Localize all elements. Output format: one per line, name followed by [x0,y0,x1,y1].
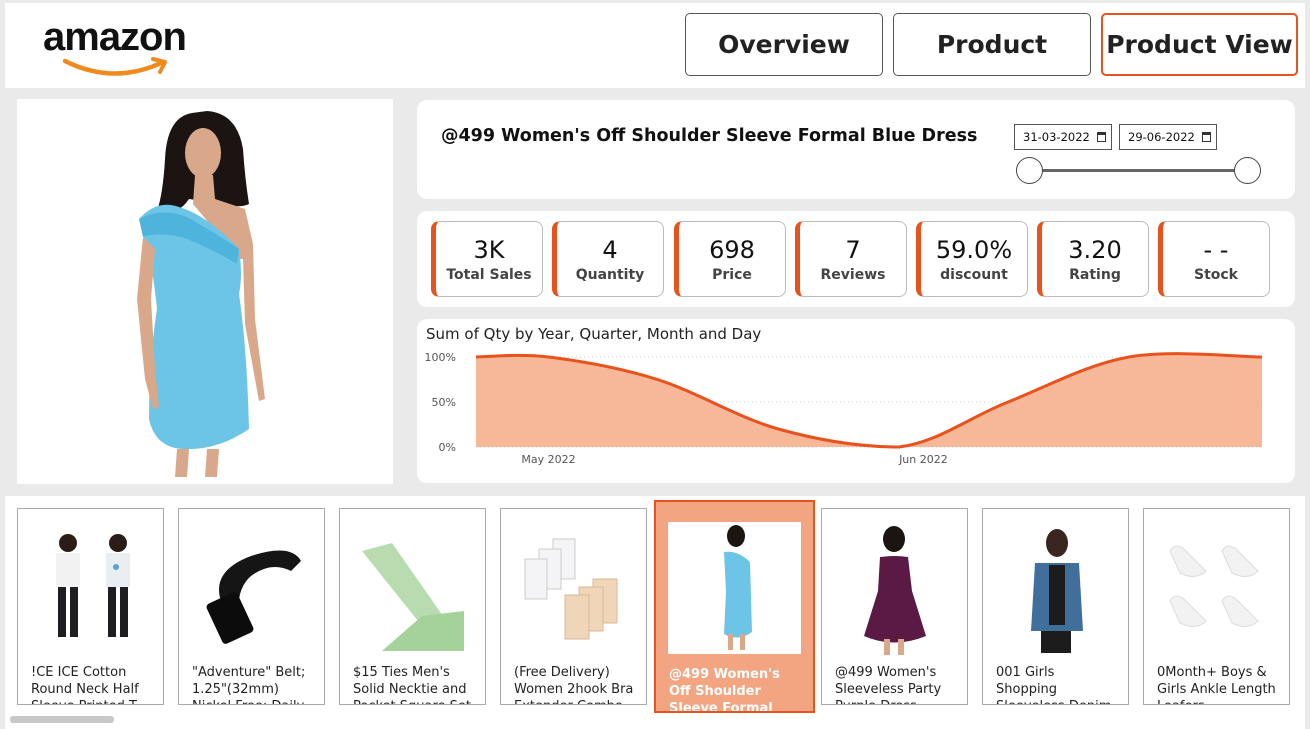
y-tick-label: 50% [432,396,456,409]
logo-text: amazon [43,15,187,59]
kpi-value: 3.20 [1068,236,1122,264]
kpi-label: Reviews [820,267,886,283]
product-card-name: 001 Girls Shopping Sleeveless Denim [996,665,1111,704]
purple-dress-photo [864,526,926,655]
start-date-input[interactable]: 31-03-2022 [1014,124,1112,150]
end-date-value: 29-06-2022 [1128,130,1195,144]
kpi-label: Price [712,267,752,283]
kpi-value: 4 [602,236,618,264]
product-card-name: 0Month+ Boys & Girls Ankle Length Loafer… [1157,665,1276,704]
qty-area-chart: 100% 50% 0% May 2022 Jun 2022 [425,351,1263,466]
x-tick-label: Jun 2022 [898,453,948,466]
kpi-card-discount: 59.0% discount [916,221,1028,297]
product-card-name: !CE ICE Cotton Round Neck Half Sleeve Pr… [31,665,139,704]
product-card-name: (Free Delivery) Women 2hook Bra Extender… [514,665,634,704]
amazon-logo: amazon [43,15,213,76]
product-card-name: "Adventure" Belt; 1.25"(32mm) Nickel Fre… [192,665,306,704]
top-bar: amazon Overview Product Product View [5,3,1305,88]
kpi-value: 3K [473,236,505,264]
calendar-icon [1201,132,1211,142]
y-tick-label: 100% [425,351,456,364]
kpi-card-total-sales: 3K Total Sales [431,221,543,297]
product-card[interactable]: $15 Ties Men's Solid Necktie and Pocket … [339,508,486,705]
product-card[interactable]: "Adventure" Belt; 1.25"(32mm) Nickel Fre… [178,508,325,705]
product-card[interactable]: @499 Women's Sleeveless Party Purple Dre… [821,508,968,705]
girls-tshirt-photo [56,534,130,637]
kpi-card-quantity: 4 Quantity [552,221,664,297]
date-slider-end-handle[interactable] [1234,157,1261,184]
woman-in-blue-dress-photo [137,111,265,477]
product-image-panel [17,99,393,484]
product-card-name: @499 Women's Off Shoulder Sleeve Formal … [669,667,780,713]
black-belt-photo [206,550,301,644]
product-card[interactable]: !CE ICE Cotton Round Neck Half Sleeve Pr… [17,508,164,705]
kpi-value: - - [1203,236,1229,264]
x-tick-label: May 2022 [521,453,575,466]
nav-overview-button[interactable]: Overview [685,13,883,76]
kpi-card-reviews: 7 Reviews [795,221,907,297]
amazon-smile-icon [63,57,167,76]
product-strip: !CE ICE Cotton Round Neck Half Sleeve Pr… [5,496,1305,729]
kpi-card-price: 698 Price [674,221,786,297]
bra-extender-photo [524,538,618,640]
title-panel: @499 Women's Off Shoulder Sleeve Formal … [417,100,1295,199]
product-card[interactable]: 0Month+ Boys & Girls Ankle Length Loafer… [1143,508,1290,705]
product-card-selected[interactable]: @499 Women's Off Shoulder Sleeve Formal … [654,500,815,713]
product-card[interactable]: (Free Delivery) Women 2hook Bra Extender… [500,508,647,705]
product-card-name: @499 Women's Sleeveless Party Purple Dre… [835,665,942,704]
blue-dress-photo [668,522,801,654]
kpi-value: 698 [709,236,755,264]
product-title: @499 Women's Off Shoulder Sleeve Formal … [441,126,978,146]
kpi-label: discount [940,267,1008,283]
product-card-name: $15 Ties Men's Solid Necktie and Pocket … [353,665,471,704]
kpi-label: Stock [1193,267,1238,283]
y-tick-label: 0% [439,441,456,454]
area-fill [476,353,1262,447]
date-slider-start-handle[interactable] [1016,157,1043,184]
end-date-input[interactable]: 29-06-2022 [1119,124,1217,150]
kpi-card-stock: - - Stock [1158,221,1270,297]
horizontal-scrollbar[interactable] [10,716,114,723]
calendar-icon [1096,132,1106,142]
kpi-label: Total Sales [446,267,532,283]
date-slider-track[interactable] [1029,169,1249,172]
denim-vest-photo [1031,529,1083,653]
kpi-card-rating: 3.20 Rating [1037,221,1149,297]
kpi-label: Quantity [575,267,645,283]
kpi-panel: 3K Total Sales 4 Quantity 698 Price 7 Re… [417,211,1295,307]
white-socks-photo [1169,545,1259,627]
nav-product-button[interactable]: Product [893,13,1091,76]
kpi-value: 7 [845,236,861,264]
kpi-value: 59.0% [935,236,1013,264]
kpi-label: Rating [1069,267,1121,283]
qty-chart-panel: Sum of Qty by Year, Quarter, Month and D… [417,319,1295,483]
start-date-value: 31-03-2022 [1023,130,1090,144]
green-necktie-photo [362,543,464,651]
product-card[interactable]: 001 Girls Shopping Sleeveless Denim [982,508,1129,705]
nav-product-view-button[interactable]: Product View [1101,13,1298,76]
